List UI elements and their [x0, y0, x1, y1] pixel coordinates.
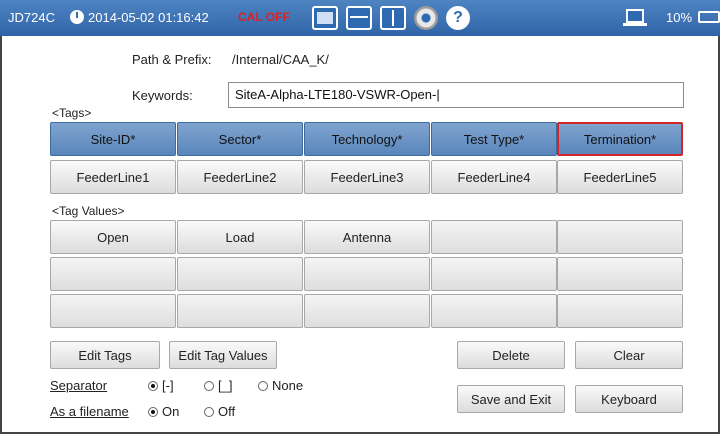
tag-value-antenna[interactable]: Antenna — [304, 220, 430, 254]
status-bar: JD724C 2014-05-02 01:16:42 CAL OFF ? 10% — [0, 0, 720, 36]
radio-unselected-icon — [204, 407, 214, 417]
tag-test-type[interactable]: Test Type* — [431, 122, 557, 156]
delete-button[interactable]: Delete — [457, 341, 565, 369]
keywords-input[interactable]: SiteA-Alpha-LTE180-VSWR-Open-| — [228, 82, 684, 108]
tag-feederline4[interactable]: FeederLine4 — [431, 160, 557, 194]
tag-sector[interactable]: Sector* — [177, 122, 303, 156]
tag-value-empty[interactable] — [431, 220, 557, 254]
path-value: /Internal/CAA_K/ — [232, 52, 329, 67]
keywords-label: Keywords: — [132, 88, 193, 103]
cal-status: CAL OFF — [238, 10, 290, 24]
edit-tags-button[interactable]: Edit Tags — [50, 341, 160, 369]
tag-feederline5[interactable]: FeederLine5 — [557, 160, 683, 194]
radio-unselected-icon — [258, 381, 268, 391]
tag-value-empty[interactable] — [557, 294, 683, 328]
separator-dash-label: [-] — [162, 378, 174, 393]
filename-off-radio[interactable]: Off — [204, 404, 235, 419]
separator-none-radio[interactable]: None — [258, 378, 303, 393]
model-label: JD724C — [8, 10, 55, 25]
tag-value-empty[interactable] — [431, 257, 557, 291]
save-and-exit-button[interactable]: Save and Exit — [457, 385, 565, 413]
tag-feederline1[interactable]: FeederLine1 — [50, 160, 176, 194]
clear-button[interactable]: Clear — [575, 341, 683, 369]
battery-percent: 10% — [666, 10, 693, 25]
filename-on-radio[interactable]: On — [148, 404, 179, 419]
tag-value-empty[interactable] — [431, 294, 557, 328]
help-icon[interactable]: ? — [446, 6, 470, 30]
tag-feederline3[interactable]: FeederLine3 — [304, 160, 430, 194]
settings-gear-icon[interactable] — [414, 6, 438, 30]
datetime-label: 2014-05-02 01:16:42 — [88, 10, 209, 25]
separator-dash-radio[interactable]: [-] — [148, 378, 174, 393]
dual-vertical-view-icon[interactable] — [380, 6, 406, 30]
remote-pc-icon[interactable] — [623, 9, 647, 26]
tag-site-id[interactable]: Site-ID* — [50, 122, 176, 156]
separator-underscore-radio[interactable]: [_] — [204, 378, 232, 393]
tag-value-load[interactable]: Load — [177, 220, 303, 254]
as-filename-label: As a filename — [50, 404, 129, 419]
tag-value-empty[interactable] — [50, 257, 176, 291]
radio-unselected-icon — [204, 381, 214, 391]
tags-section-label: <Tags> — [52, 106, 92, 120]
tag-termination[interactable]: Termination* — [557, 122, 683, 156]
path-label: Path & Prefix: — [132, 52, 212, 67]
battery-icon — [698, 11, 720, 23]
separator-none-label: None — [272, 378, 304, 393]
radio-selected-icon — [148, 381, 158, 391]
filename-on-label: On — [162, 404, 180, 419]
separator-label: Separator — [50, 378, 108, 393]
tag-value-empty[interactable] — [557, 220, 683, 254]
tag-value-empty[interactable] — [557, 257, 683, 291]
dual-horizontal-view-icon[interactable] — [346, 6, 372, 30]
tag-value-open[interactable]: Open — [50, 220, 176, 254]
tag-values-section-label: <Tag Values> — [52, 204, 125, 218]
tag-value-empty[interactable] — [177, 257, 303, 291]
radio-selected-icon — [148, 407, 158, 417]
clock-icon — [70, 10, 84, 24]
edit-tag-values-button[interactable]: Edit Tag Values — [169, 341, 277, 369]
filename-off-label: Off — [218, 404, 236, 419]
tag-feederline2[interactable]: FeederLine2 — [177, 160, 303, 194]
keyboard-button[interactable]: Keyboard — [575, 385, 683, 413]
tag-technology[interactable]: Technology* — [304, 122, 430, 156]
separator-underscore-label: [_] — [218, 378, 233, 393]
tag-value-empty[interactable] — [304, 294, 430, 328]
single-view-icon[interactable] — [312, 6, 338, 30]
frame-border — [0, 36, 2, 434]
tag-value-empty[interactable] — [50, 294, 176, 328]
tag-value-empty[interactable] — [304, 257, 430, 291]
tag-value-empty[interactable] — [177, 294, 303, 328]
